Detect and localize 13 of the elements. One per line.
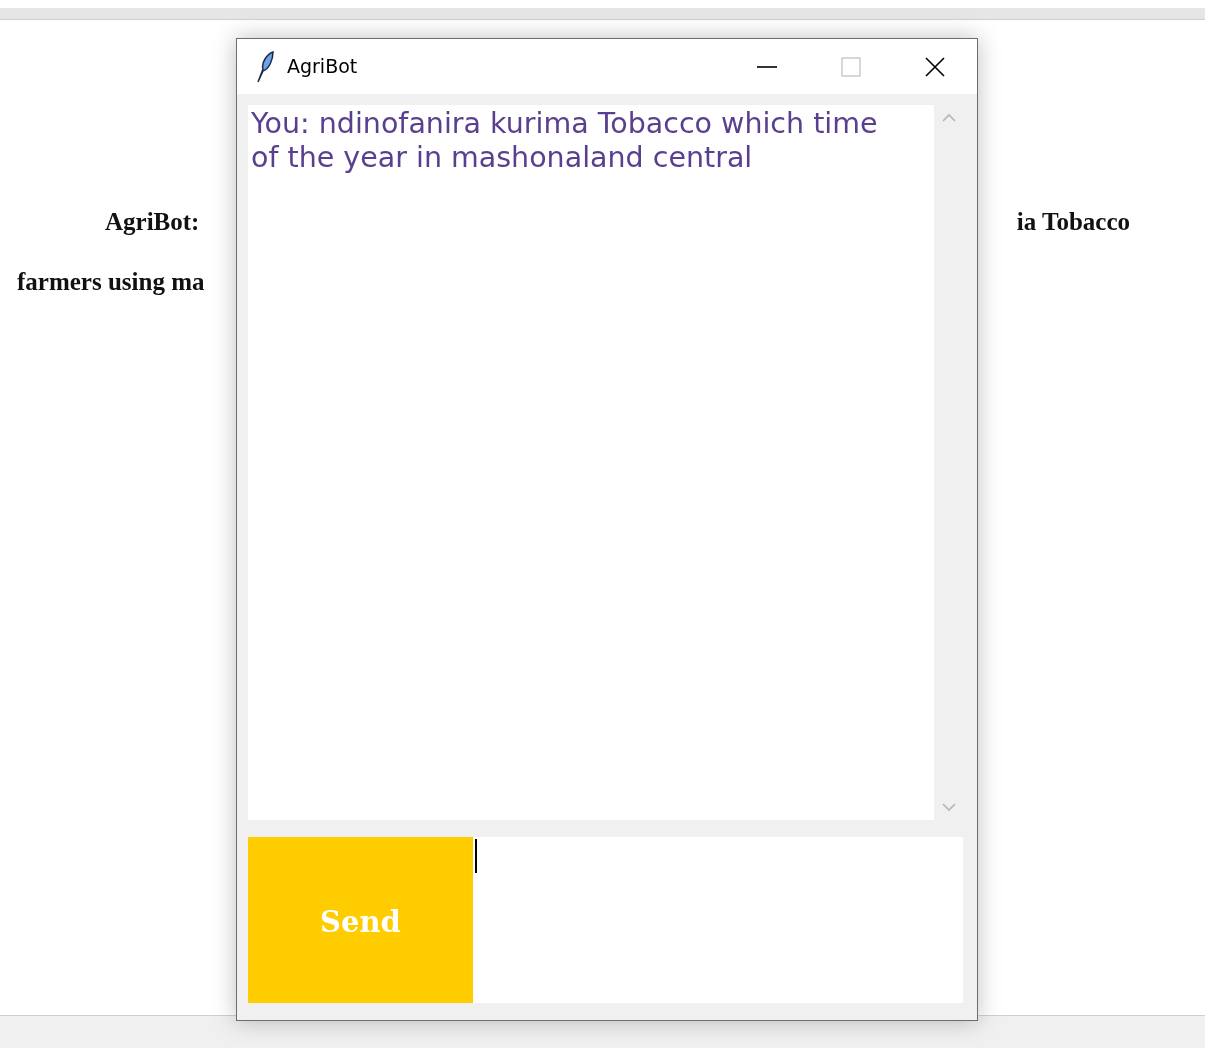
scroll-down-icon[interactable]: [941, 803, 956, 812]
text-cursor: [475, 839, 477, 873]
chat-message: You: ndinofanira kurima Tobacco which time of the year in mashonaland central: [251, 107, 879, 175]
document-text: ia Tobacco: [1016, 207, 1130, 237]
scroll-up-icon[interactable]: [941, 113, 956, 122]
feather-icon: [255, 50, 275, 83]
minimize-icon: [756, 65, 778, 68]
maximize-icon: [840, 55, 862, 78]
document-text: farmers using ma: [17, 266, 205, 297]
document-text: AgriBot:: [105, 207, 200, 237]
close-icon: [924, 55, 946, 78]
window-title: AgriBot: [287, 54, 358, 80]
send-button[interactable]: Send: [248, 837, 473, 1003]
